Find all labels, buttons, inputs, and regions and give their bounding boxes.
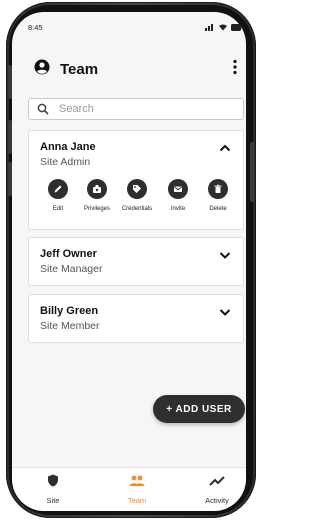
page-title: Team bbox=[60, 61, 99, 78]
nav-label: Team bbox=[127, 496, 147, 505]
add-user-button[interactable]: + ADD USER bbox=[153, 395, 245, 423]
tag-icon bbox=[133, 185, 141, 193]
signal-icon bbox=[205, 24, 213, 31]
action-label: Edit bbox=[52, 206, 64, 212]
nav-label: Activity bbox=[205, 496, 229, 505]
trending-icon bbox=[209, 476, 225, 486]
nav-item-team[interactable]: Team bbox=[107, 474, 167, 505]
mail-icon bbox=[174, 186, 182, 192]
status-icons bbox=[205, 23, 243, 31]
member-role: Site Member bbox=[40, 320, 100, 332]
member-actions: Edit Privileges Credentials Invite Delet… bbox=[29, 179, 243, 223]
status-time: 8:45 bbox=[28, 22, 43, 32]
edit-icon bbox=[54, 185, 62, 193]
privileges-button[interactable]: Privileges bbox=[75, 179, 119, 212]
shield-icon bbox=[48, 474, 58, 487]
member-card-billy-green[interactable]: Billy Green Site Member bbox=[28, 294, 244, 343]
wifi-icon bbox=[219, 24, 227, 31]
chevron-up-icon[interactable] bbox=[219, 143, 231, 153]
delete-button[interactable]: Delete bbox=[196, 179, 240, 212]
member-card-anna-jane[interactable]: Anna Jane Site Admin Edit Privileges Cre… bbox=[28, 130, 244, 230]
nav-item-activity[interactable]: Activity bbox=[187, 474, 247, 505]
member-role: Site Admin bbox=[40, 156, 91, 168]
chevron-down-icon[interactable] bbox=[219, 250, 231, 260]
credentials-button[interactable]: Credentials bbox=[115, 179, 159, 212]
trash-icon bbox=[214, 184, 222, 193]
member-role: Site Manager bbox=[40, 263, 103, 275]
member-card-jeff-owner[interactable]: Jeff Owner Site Manager bbox=[28, 237, 244, 286]
power-button bbox=[250, 142, 254, 202]
bottom-nav: Site Team Activity bbox=[12, 467, 246, 511]
people-icon bbox=[129, 475, 145, 486]
search-box[interactable] bbox=[28, 98, 244, 120]
edit-button[interactable]: Edit bbox=[36, 179, 80, 212]
nav-label: Site bbox=[46, 496, 60, 505]
action-label: Delete bbox=[209, 206, 227, 212]
status-bar: 8:45 bbox=[28, 20, 243, 34]
member-name: Jeff Owner bbox=[40, 248, 97, 260]
search-input[interactable] bbox=[57, 102, 231, 116]
account-circle-icon[interactable] bbox=[34, 59, 50, 75]
action-label: Credentials bbox=[121, 206, 153, 212]
app-bar: Team bbox=[12, 53, 246, 87]
search-icon bbox=[37, 103, 49, 115]
invite-button[interactable]: Invite bbox=[156, 179, 200, 212]
action-label: Privileges bbox=[83, 206, 110, 212]
member-name: Billy Green bbox=[40, 305, 99, 317]
battery-icon bbox=[231, 23, 243, 31]
chevron-down-icon[interactable] bbox=[219, 307, 231, 317]
more-vert-icon[interactable] bbox=[232, 59, 238, 75]
badge-icon bbox=[93, 185, 101, 193]
nav-item-site[interactable]: Site bbox=[23, 474, 83, 505]
action-label: Invite bbox=[170, 206, 186, 212]
member-name: Anna Jane bbox=[40, 141, 96, 153]
